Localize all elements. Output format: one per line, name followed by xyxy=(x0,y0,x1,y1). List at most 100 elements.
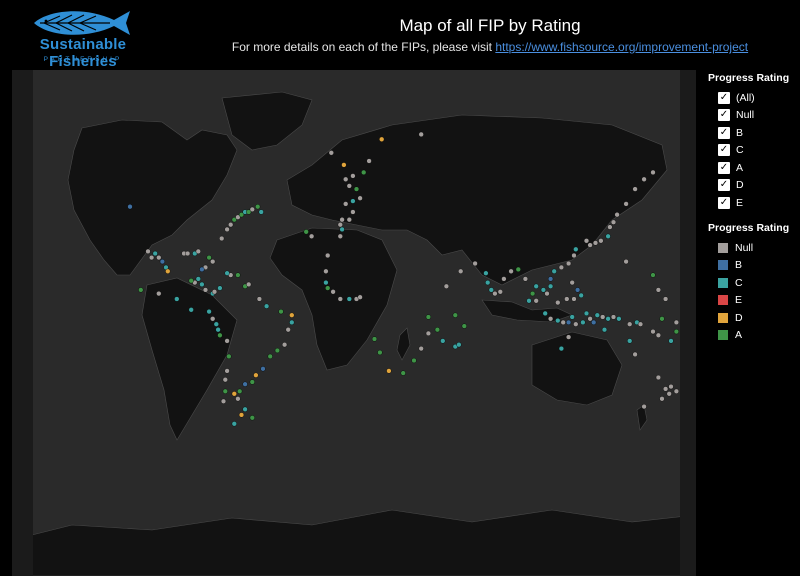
fip-marker[interactable] xyxy=(558,264,565,271)
fip-marker[interactable] xyxy=(386,368,392,374)
fip-marker[interactable] xyxy=(578,292,584,299)
fip-marker[interactable] xyxy=(195,248,201,255)
filter-option[interactable]: ✓ (All) xyxy=(708,89,800,107)
fip-marker[interactable] xyxy=(673,388,680,394)
fip-marker[interactable] xyxy=(668,384,674,390)
legend-item[interactable]: E xyxy=(708,292,800,310)
fip-marker[interactable] xyxy=(655,332,662,338)
fip-marker[interactable] xyxy=(210,259,216,265)
fip-marker[interactable] xyxy=(237,388,243,394)
fip-marker[interactable] xyxy=(346,296,352,302)
fip-marker[interactable] xyxy=(650,169,656,176)
fip-marker[interactable] xyxy=(337,233,343,239)
fip-marker[interactable] xyxy=(547,316,554,322)
fip-marker[interactable] xyxy=(357,195,363,201)
fip-marker[interactable] xyxy=(174,296,180,302)
fip-marker[interactable] xyxy=(558,346,565,352)
fip-marker[interactable] xyxy=(623,201,629,207)
fip-marker[interactable] xyxy=(371,336,378,342)
fip-marker[interactable] xyxy=(418,131,424,138)
fip-marker[interactable] xyxy=(325,285,331,291)
fip-marker[interactable] xyxy=(400,370,406,376)
fip-marker[interactable] xyxy=(425,330,432,337)
fip-marker[interactable] xyxy=(497,289,503,295)
checkbox[interactable]: ✓ xyxy=(718,179,730,192)
fip-marker[interactable] xyxy=(574,287,581,293)
fip-marker[interactable] xyxy=(600,314,606,320)
fip-marker[interactable] xyxy=(411,357,417,364)
fip-marker[interactable] xyxy=(156,255,162,261)
fip-marker[interactable] xyxy=(323,280,329,286)
fip-marker[interactable] xyxy=(278,309,284,315)
fip-marker[interactable] xyxy=(666,391,672,397)
fip-marker[interactable] xyxy=(224,226,230,233)
fip-marker[interactable] xyxy=(571,252,577,259)
fip-marker[interactable] xyxy=(220,398,227,404)
checkbox[interactable]: ✓ xyxy=(718,91,730,104)
fip-marker[interactable] xyxy=(224,338,230,344)
fip-marker[interactable] xyxy=(343,176,349,182)
fip-marker[interactable] xyxy=(231,391,237,397)
fip-marker[interactable] xyxy=(353,186,360,192)
fip-marker[interactable] xyxy=(346,183,352,189)
fip-marker[interactable] xyxy=(641,404,647,410)
fip-marker[interactable] xyxy=(328,150,334,156)
fip-marker[interactable] xyxy=(565,319,572,326)
fip-marker[interactable] xyxy=(330,289,336,295)
fip-marker[interactable] xyxy=(379,136,385,142)
fip-marker[interactable] xyxy=(560,319,566,326)
fip-marker[interactable] xyxy=(632,186,638,192)
fip-marker[interactable] xyxy=(339,226,345,233)
fip-marker[interactable] xyxy=(346,217,352,223)
fip-marker[interactable] xyxy=(610,314,617,320)
fip-marker[interactable] xyxy=(337,222,343,228)
checkbox[interactable]: ✓ xyxy=(718,144,730,157)
fip-marker[interactable] xyxy=(483,270,489,276)
fip-marker[interactable] xyxy=(188,307,194,313)
filter-option[interactable]: ✓ D xyxy=(708,177,800,195)
fip-marker[interactable] xyxy=(440,338,446,344)
fip-marker[interactable] xyxy=(637,321,644,327)
fip-marker[interactable] xyxy=(246,281,252,288)
fip-marker[interactable] xyxy=(533,283,539,289)
fip-marker[interactable] xyxy=(492,291,498,297)
fip-marker[interactable] xyxy=(522,276,529,282)
fip-marker[interactable] xyxy=(185,250,191,257)
fip-marker[interactable] xyxy=(616,316,622,322)
fip-marker[interactable] xyxy=(350,198,356,204)
fip-marker[interactable] xyxy=(224,368,230,374)
filter-option[interactable]: ✓ Null xyxy=(708,107,800,125)
fip-marker[interactable] xyxy=(515,266,521,273)
fip-marker[interactable] xyxy=(145,248,151,255)
fip-marker[interactable] xyxy=(592,240,599,246)
fip-marker[interactable] xyxy=(555,300,561,306)
fip-marker[interactable] xyxy=(547,283,554,289)
fip-marker[interactable] xyxy=(488,287,494,293)
fip-marker[interactable] xyxy=(206,255,212,261)
fip-marker[interactable] xyxy=(235,272,241,278)
fip-marker[interactable] xyxy=(339,217,345,223)
fip-marker[interactable] xyxy=(425,314,432,320)
fip-marker[interactable] xyxy=(443,283,450,289)
fip-marker[interactable] xyxy=(159,259,166,265)
fip-marker[interactable] xyxy=(650,272,656,278)
fip-marker[interactable] xyxy=(569,314,575,320)
fip-marker[interactable] xyxy=(303,229,309,235)
fip-marker[interactable] xyxy=(260,366,266,372)
fip-marker[interactable] xyxy=(242,381,248,387)
fip-marker[interactable] xyxy=(341,162,347,168)
fip-marker[interactable] xyxy=(222,388,228,394)
fip-marker[interactable] xyxy=(213,321,219,327)
fip-marker[interactable] xyxy=(224,270,230,276)
fip-marker[interactable] xyxy=(217,285,223,291)
fip-marker[interactable] xyxy=(601,327,608,333)
fip-marker[interactable] xyxy=(199,281,205,288)
checkbox[interactable]: ✓ xyxy=(718,126,730,139)
fip-marker[interactable] xyxy=(627,338,633,344)
fip-marker[interactable] xyxy=(529,291,536,297)
fip-marker[interactable] xyxy=(264,303,270,309)
fip-marker[interactable] xyxy=(217,332,223,338)
fip-marker[interactable] xyxy=(206,309,212,315)
fip-marker[interactable] xyxy=(526,298,532,304)
fip-marker[interactable] xyxy=(231,421,237,427)
